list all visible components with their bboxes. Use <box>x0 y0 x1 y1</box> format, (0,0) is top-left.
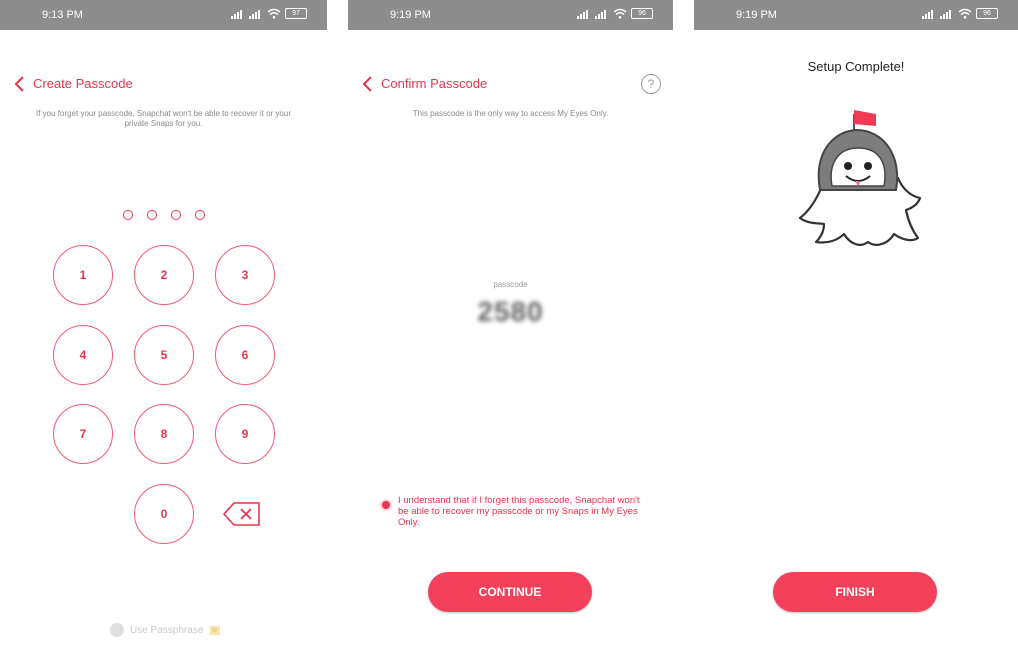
understand-text: I understand that if I forget this passc… <box>398 495 640 528</box>
toggle-circle-icon <box>110 623 124 637</box>
status-bar: 9:19 PM 96 <box>348 0 673 30</box>
keypad-key-2[interactable]: 2 <box>134 245 194 305</box>
keypad-key-1[interactable]: 1 <box>53 245 113 305</box>
status-bar: 9:19 PM 96 <box>694 0 1018 30</box>
keypad-key-5[interactable]: 5 <box>134 325 194 385</box>
page-title: Confirm Passcode <box>381 76 488 91</box>
understand-checkbox-row[interactable]: I understand that if I forget this passc… <box>382 495 642 528</box>
signal-icon <box>595 9 609 19</box>
signal-icon <box>922 9 936 19</box>
passcode-dot <box>147 210 157 220</box>
wifi-icon <box>267 8 281 19</box>
subtitle-text: This passcode is the only way to access … <box>412 109 609 118</box>
signal-icon <box>577 9 591 19</box>
passcode-dots <box>123 210 205 220</box>
continue-button[interactable]: CONTINUE <box>428 572 592 612</box>
keypad-key-7[interactable]: 7 <box>53 404 113 464</box>
keypad-key-4[interactable]: 4 <box>53 325 113 385</box>
passcode-dot <box>195 210 205 220</box>
status-bar: 9:13 PM 97 <box>0 0 327 30</box>
subtitle-text: If you forget your passcode, Snapchat wo… <box>35 109 291 128</box>
passcode-dot <box>171 210 181 220</box>
signal-icon <box>231 9 245 19</box>
status-time: 9:13 PM <box>42 9 83 21</box>
keypad-key-3[interactable]: 3 <box>215 245 275 305</box>
keypad-key-8[interactable]: 8 <box>134 404 194 464</box>
battery-icon: 97 <box>285 8 307 19</box>
battery-icon: 96 <box>976 8 998 19</box>
keypad-key-9[interactable]: 9 <box>215 404 275 464</box>
use-passphrase-label: Use Passphrase <box>130 624 204 636</box>
note-icon <box>210 626 221 635</box>
help-icon[interactable]: ? <box>641 74 661 94</box>
back-chevron-icon[interactable] <box>13 74 27 94</box>
confirm-passcode-screen: 9:19 PM 96 Confirm Passcode ? This passc… <box>348 0 673 655</box>
page-title: Create Passcode <box>33 76 133 91</box>
keypad-key-0[interactable]: 0 <box>134 484 194 544</box>
wifi-icon <box>958 8 972 19</box>
understand-radio[interactable] <box>382 501 390 509</box>
back-chevron-icon[interactable] <box>361 74 375 94</box>
page-title: Setup Complete! <box>807 59 905 74</box>
passcode-value: 2580 <box>477 296 544 327</box>
setup-complete-screen: 9:19 PM 96 Setup Complete! FINISH <box>694 0 1018 655</box>
wifi-icon <box>613 8 627 19</box>
status-time: 9:19 PM <box>736 9 777 21</box>
backspace-icon[interactable] <box>222 500 262 528</box>
keypad-key-6[interactable]: 6 <box>215 325 275 385</box>
signal-icon <box>940 9 954 19</box>
signal-icon <box>249 9 263 19</box>
create-passcode-screen: 9:13 PM 97 Create Passcode If you forget… <box>0 0 327 655</box>
knight-ghost-icon <box>798 110 922 246</box>
battery-icon: 96 <box>631 8 653 19</box>
passcode-label: passcode <box>493 280 528 289</box>
use-passphrase-toggle[interactable]: Use Passphrase <box>110 623 221 637</box>
status-time: 9:19 PM <box>390 9 431 21</box>
finish-button[interactable]: FINISH <box>773 572 937 612</box>
passcode-dot <box>123 210 133 220</box>
